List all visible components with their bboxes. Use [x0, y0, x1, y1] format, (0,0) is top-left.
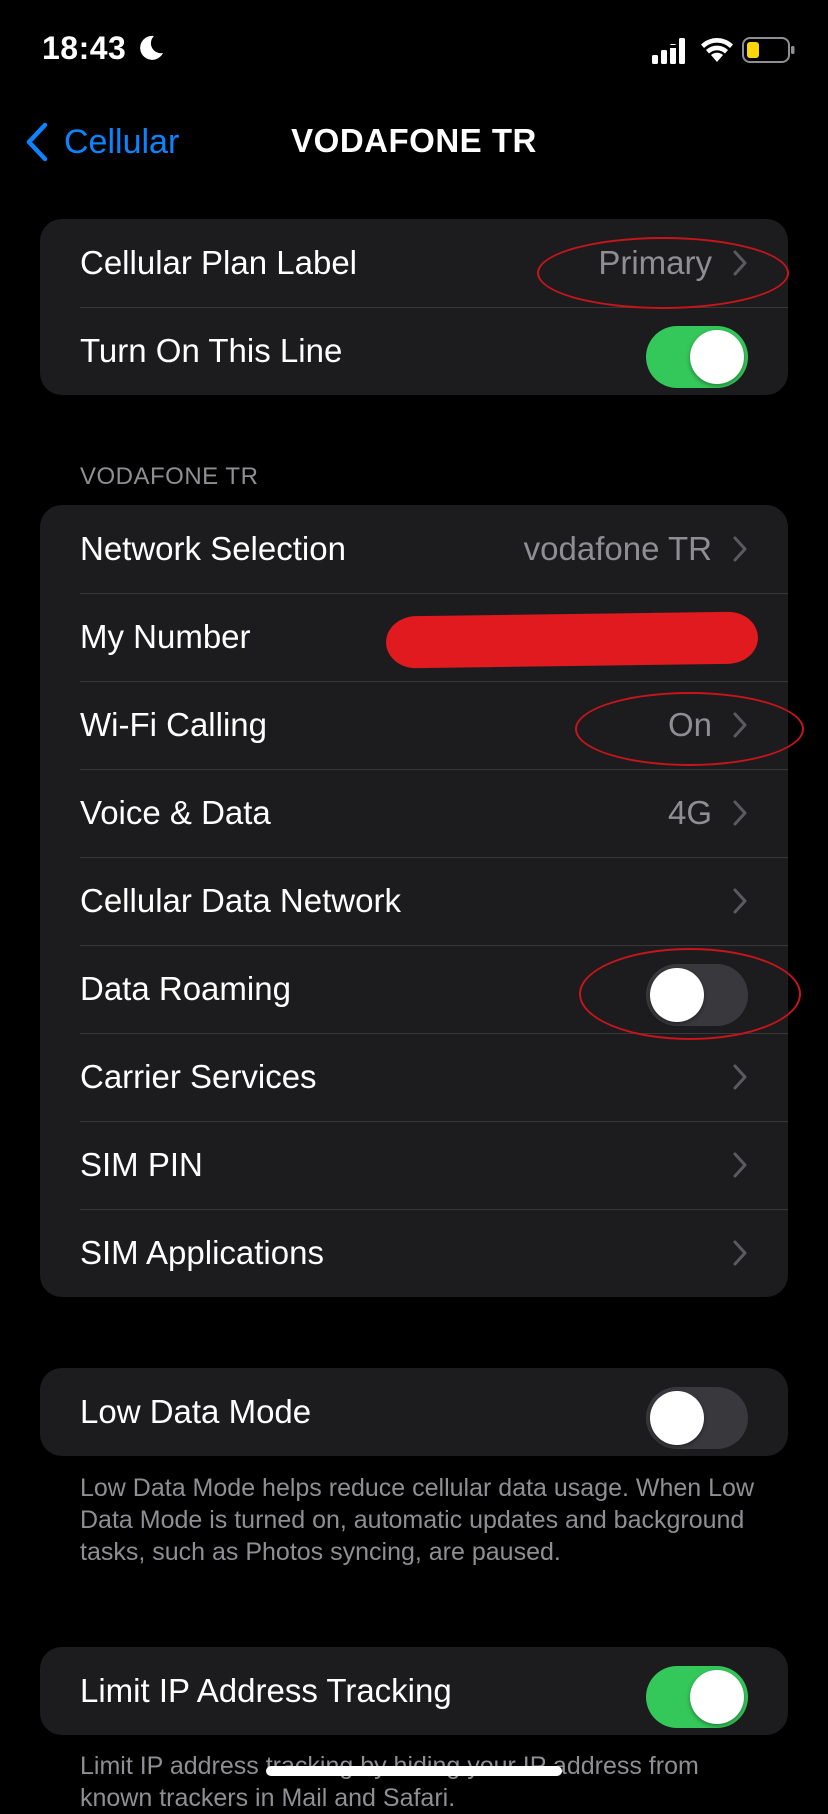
data-roaming-row: Data Roaming: [40, 945, 788, 1033]
status-bar: 18:43: [0, 0, 828, 100]
row-label: Limit IP Address Tracking: [80, 1672, 452, 1709]
low-data-group: Low Data Mode: [40, 1368, 788, 1456]
sim-pin-row[interactable]: SIM PIN: [40, 1121, 788, 1209]
navigation-bar: Cellular VODAFONE TR: [0, 100, 828, 180]
limit-ip-group: Limit IP Address Tracking: [40, 1647, 788, 1735]
row-label: Voice & Data: [80, 794, 271, 831]
chevron-right-icon: [733, 1064, 747, 1090]
row-value: 4G: [667, 794, 712, 831]
row-label: Turn On This Line: [80, 332, 343, 369]
toggle-knob: [690, 330, 744, 384]
voice-data-row[interactable]: Voice & Data 4G: [40, 769, 788, 857]
turn-on-line-toggle[interactable]: [646, 326, 748, 388]
row-value: On: [667, 706, 712, 743]
moon-icon: [140, 35, 163, 60]
chevron-right-icon: [733, 800, 747, 826]
cellular-data-network-row[interactable]: Cellular Data Network: [40, 857, 788, 945]
limit-ip-tracking-row: Limit IP Address Tracking: [40, 1647, 788, 1735]
chevron-right-icon: [733, 1152, 747, 1178]
row-label: SIM PIN: [80, 1146, 203, 1183]
network-selection-row[interactable]: Network Selection vodafone TR: [40, 505, 788, 593]
row-label: Data Roaming: [80, 970, 291, 1007]
row-label: Carrier Services: [80, 1058, 317, 1095]
row-label: Wi-Fi Calling: [80, 706, 268, 743]
carrier-services-row[interactable]: Carrier Services: [40, 1033, 788, 1121]
turn-on-this-line-row: Turn On This Line: [40, 307, 788, 395]
page-title: VODAFONE TR: [291, 122, 537, 159]
redaction-mark: [385, 611, 759, 669]
row-value: vodafone TR: [523, 530, 712, 567]
row-label: Low Data Mode: [80, 1393, 312, 1430]
status-time: 18:43: [42, 30, 127, 66]
low-data-mode-toggle[interactable]: [646, 1387, 748, 1449]
chevron-right-icon: [733, 1240, 747, 1266]
chevron-right-icon: [733, 536, 747, 562]
wifi-icon: [701, 38, 733, 62]
low-data-footnote: Low Data Mode helps reduce cellular data…: [80, 1474, 755, 1566]
sim-applications-row[interactable]: SIM Applications: [40, 1209, 788, 1297]
battery-icon: [742, 37, 795, 63]
row-label: Cellular Data Network: [80, 882, 401, 919]
limit-ip-tracking-toggle[interactable]: [646, 1666, 748, 1728]
low-data-mode-row: Low Data Mode: [40, 1368, 788, 1456]
chevron-right-icon: [733, 888, 747, 914]
section-header: VODAFONE TR: [80, 463, 259, 490]
data-roaming-toggle[interactable]: [646, 964, 748, 1026]
home-indicator: [266, 1766, 562, 1776]
limit-ip-footnote: Limit IP address tracking by hiding your…: [80, 1752, 699, 1812]
chevron-right-icon: [733, 712, 747, 738]
row-value: Primary: [598, 244, 712, 281]
row-label: SIM Applications: [80, 1234, 324, 1271]
toggle-knob: [690, 1670, 744, 1724]
row-label: Network Selection: [80, 530, 346, 567]
chevron-right-icon: [733, 250, 747, 276]
wifi-calling-row[interactable]: Wi-Fi Calling On: [40, 681, 788, 769]
row-label: Cellular Plan Label: [80, 244, 358, 281]
plan-group: Cellular Plan Label Primary Turn On This…: [40, 219, 788, 395]
cellular-plan-label-row[interactable]: Cellular Plan Label Primary: [40, 219, 788, 307]
row-label: My Number: [80, 618, 251, 655]
cellular-signal-icon: [652, 38, 685, 64]
toggle-knob: [650, 968, 704, 1022]
toggle-knob: [650, 1391, 704, 1445]
